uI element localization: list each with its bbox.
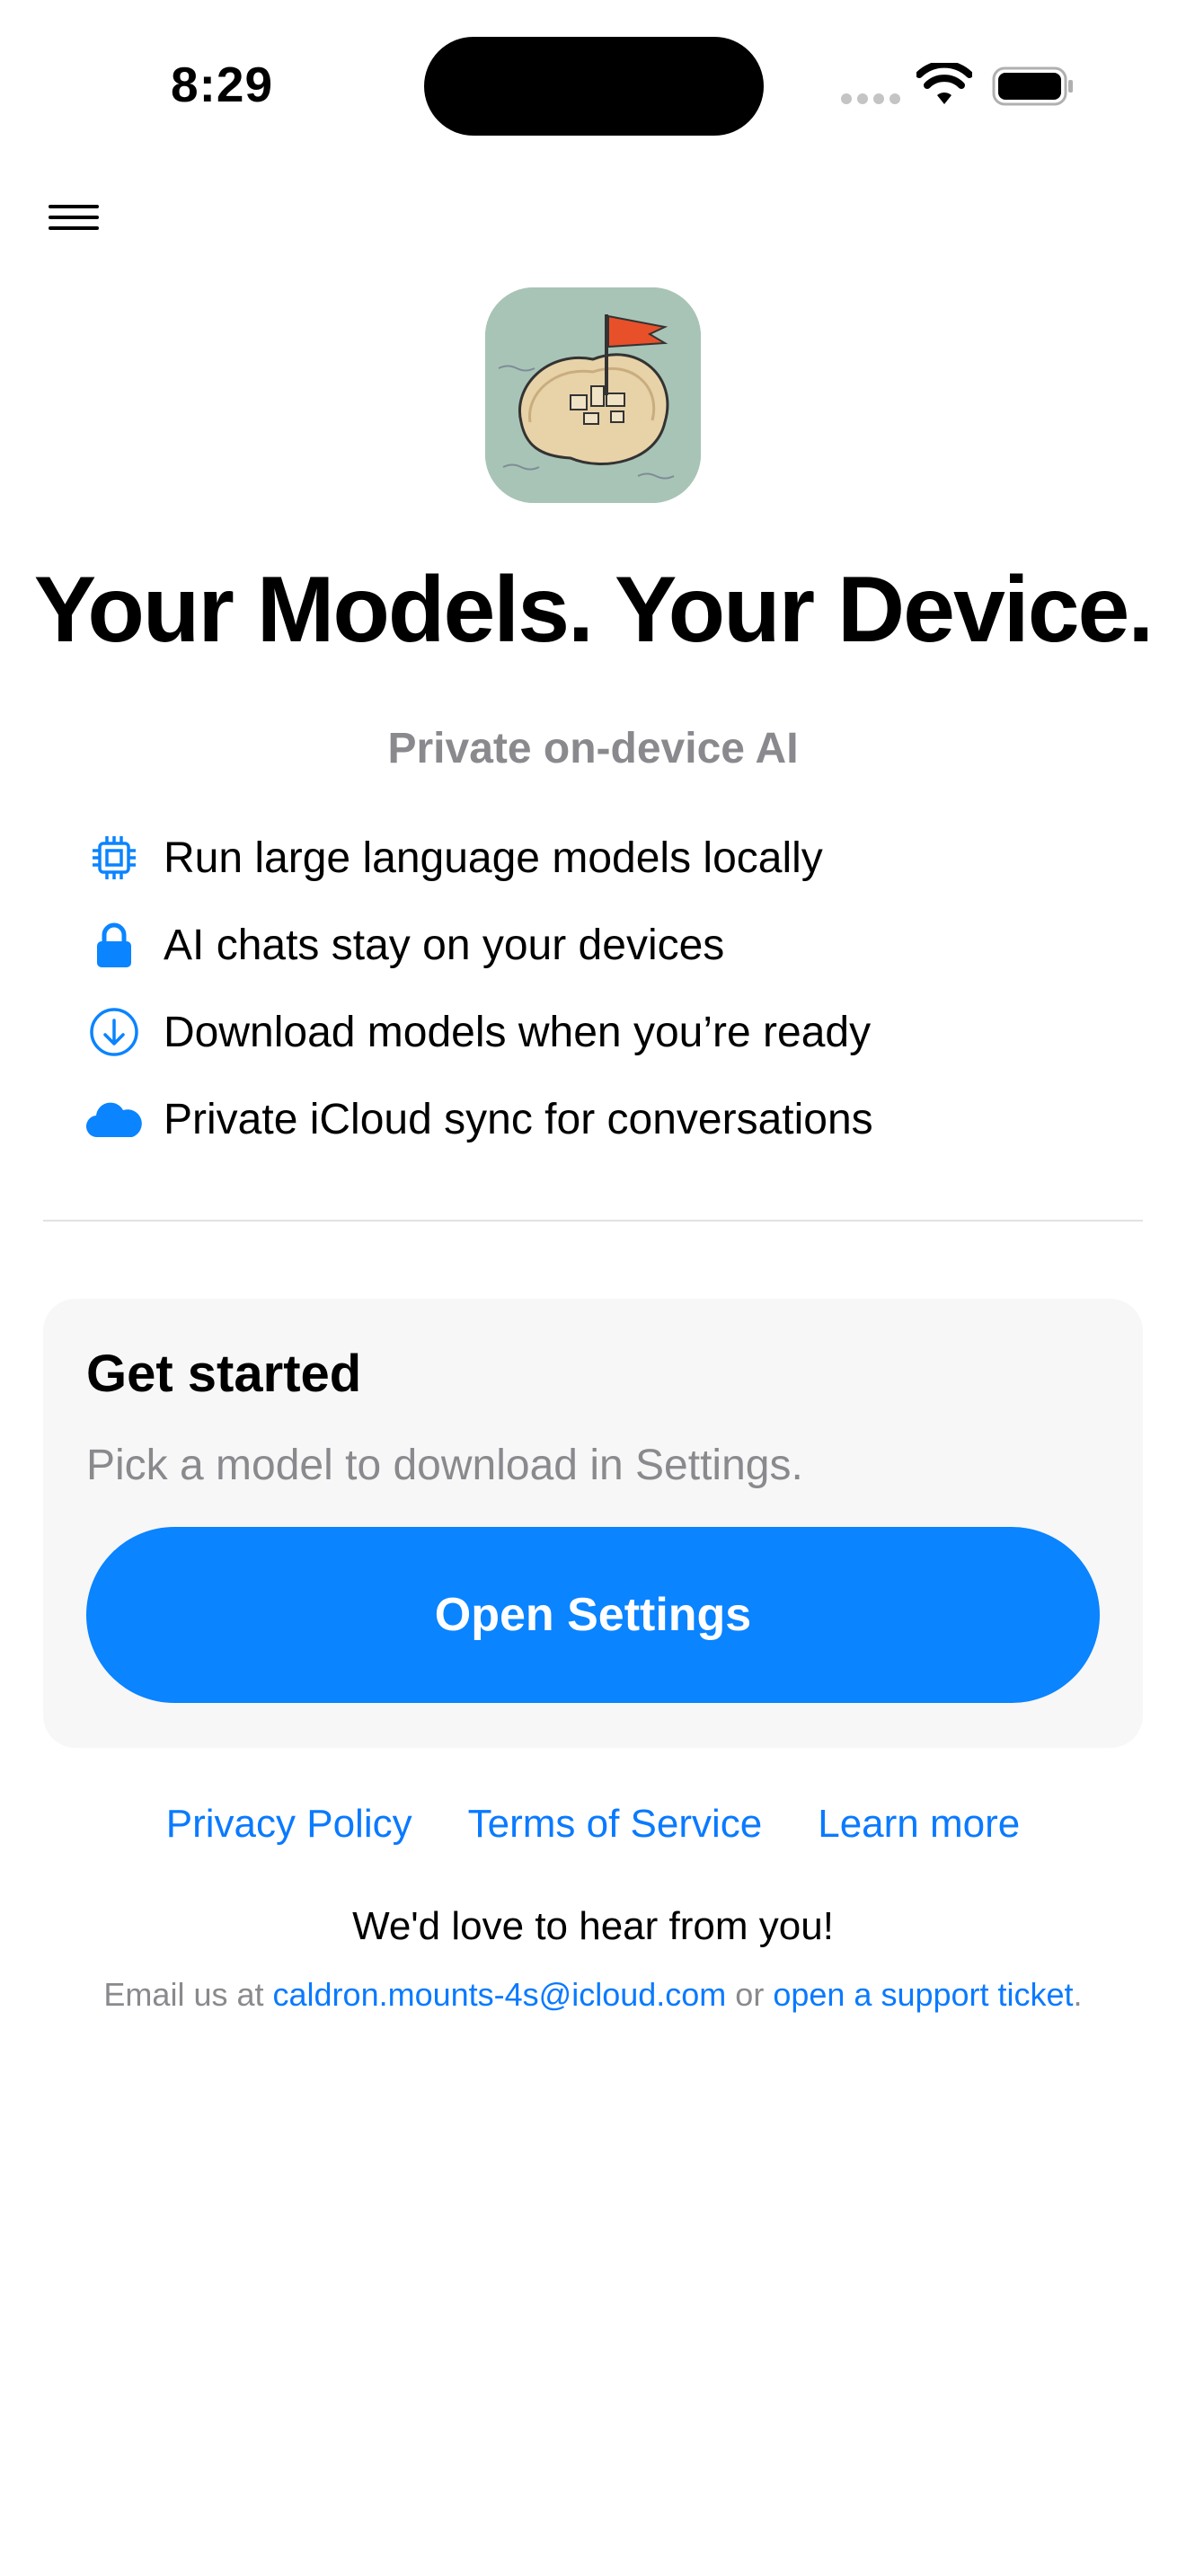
wifi-icon: [916, 63, 972, 104]
feature-item: AI chats stay on your devices: [83, 913, 724, 976]
terms-of-service-link[interactable]: Terms of Service: [468, 1802, 763, 1847]
learn-more-link[interactable]: Learn more: [818, 1802, 1020, 1847]
feature-label: AI chats stay on your devices: [164, 921, 725, 969]
card-description: Pick a model to download in Settings.: [86, 1442, 803, 1489]
feature-item: Private iCloud sync for conversations: [83, 1088, 873, 1151]
feature-label: Run large language models locally: [164, 834, 823, 882]
divider: [43, 1220, 1143, 1222]
feature-label: Download models when you’re ready: [164, 1008, 872, 1056]
privacy-policy-link[interactable]: Privacy Policy: [166, 1802, 412, 1847]
subtitle: Private on-device AI: [387, 725, 799, 772]
feature-label: Private iCloud sync for conversations: [164, 1095, 873, 1143]
open-settings-button[interactable]: Open Settings: [86, 1527, 1100, 1703]
email-link[interactable]: caldron.mounts-4s@icloud.com: [273, 1976, 727, 2013]
status-time: 8:29: [171, 57, 274, 112]
contact-suffix: .: [1073, 1976, 1083, 2013]
dynamic-island: [424, 37, 764, 136]
cpu-chip-icon: [83, 826, 146, 889]
contact-prefix: Email us at: [103, 1976, 264, 2013]
support-ticket-link[interactable]: open a support ticket: [773, 1976, 1073, 2013]
contact-heading: We'd love to hear from you!: [352, 1904, 834, 1948]
battery-icon: [992, 66, 1073, 106]
contact-line: Email us at caldron.mounts-4s@icloud.com…: [0, 1976, 1186, 2014]
cloud-icon: [83, 1088, 146, 1151]
cellular-signal-icon: [841, 93, 900, 104]
footer-links: Privacy Policy Terms of Service Learn mo…: [0, 1802, 1186, 1847]
feature-item: Run large language models locally: [83, 826, 823, 889]
card-title: Get started: [86, 1345, 362, 1403]
feature-item: Download models when you’re ready: [83, 1001, 871, 1063]
hamburger-menu-icon[interactable]: [41, 201, 106, 234]
download-circle-icon: [83, 1001, 146, 1063]
contact-middle: or: [735, 1976, 765, 2013]
island-flag-app-icon: [485, 287, 701, 503]
headline: Your Models. Your Device.: [33, 558, 1155, 662]
lock-icon: [83, 913, 146, 976]
